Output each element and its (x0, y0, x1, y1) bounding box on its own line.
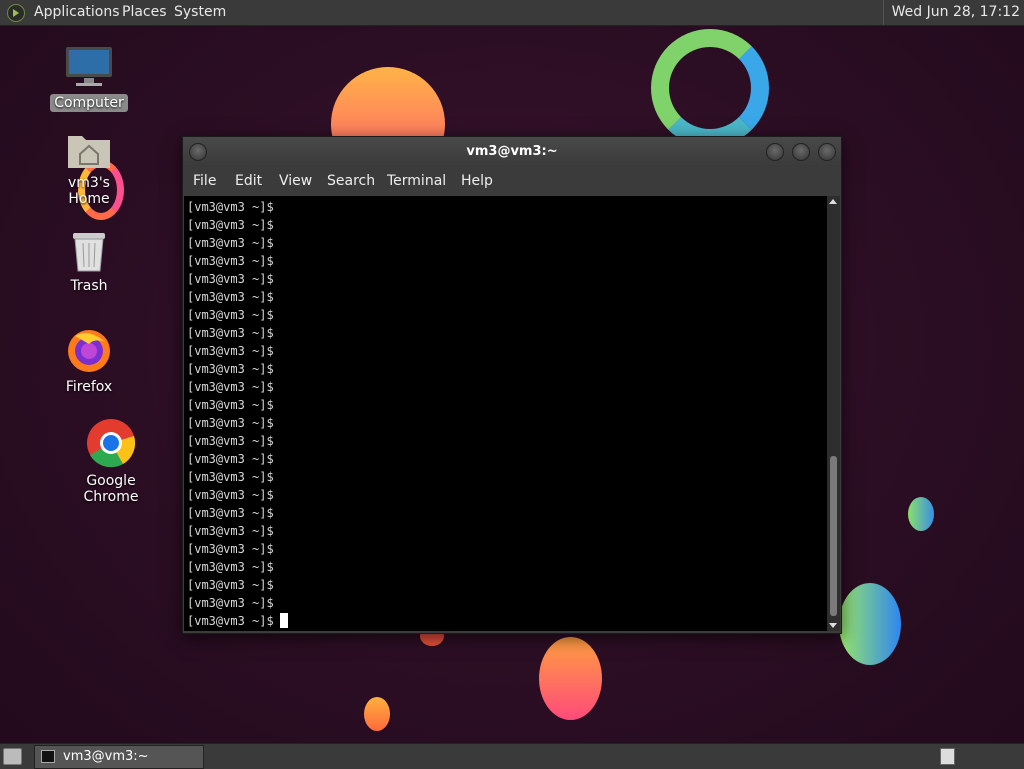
terminal-prompt-line: [vm3@vm3 ~]$ (187, 290, 274, 304)
close-icon[interactable] (818, 143, 836, 161)
terminal-window[interactable]: vm3@vm3:~ File Edit View Search Terminal… (182, 136, 842, 634)
computer-icon (66, 47, 112, 86)
terminal-prompt-line: [vm3@vm3 ~]$ (187, 596, 274, 610)
window-titlebar[interactable]: vm3@vm3:~ (183, 137, 841, 167)
desktop-icon-label: Firefox (65, 379, 113, 395)
wallpaper-small-orange-dot (364, 697, 390, 731)
terminal-prompt-line: [vm3@vm3 ~]$ (187, 398, 274, 412)
terminal-prompt-line: [vm3@vm3 ~]$ (187, 470, 274, 484)
menu-terminal[interactable]: Terminal (387, 167, 446, 195)
terminal-prompt-line: [vm3@vm3 ~]$ (187, 254, 274, 268)
terminal-menubar: File Edit View Search Terminal Help (183, 167, 841, 195)
menu-file[interactable]: File (193, 167, 216, 195)
trash-icon (73, 233, 105, 272)
taskbar-item-terminal[interactable]: vm3@vm3:~ (34, 745, 204, 769)
clock[interactable]: Wed Jun 28, 17:12 (882, 0, 1020, 25)
desktop-icon-home[interactable]: vm3's Home (46, 128, 132, 208)
firefox-icon (68, 330, 110, 372)
terminal-prompt-line: [vm3@vm3 ~]$ (187, 272, 274, 286)
minimize-icon[interactable] (766, 143, 784, 161)
window-title: vm3@vm3:~ (466, 144, 558, 159)
desktop-icon-label: Computer (50, 94, 128, 112)
terminal-prompt-line: [vm3@vm3 ~]$ (187, 308, 274, 322)
system-menu[interactable]: System (174, 0, 226, 25)
terminal-icon (41, 750, 55, 763)
terminal-scrollbar[interactable] (827, 196, 840, 631)
desktop-icon-label: Google Chrome (83, 473, 139, 505)
desktop-icon-label: Trash (70, 278, 108, 294)
terminal-prompt-line: [vm3@vm3 ~]$ (187, 560, 274, 574)
terminal-prompt-line: [vm3@vm3 ~]$ (187, 506, 274, 520)
menu-help[interactable]: Help (461, 167, 493, 195)
window-menu-icon[interactable] (189, 143, 207, 161)
menu-search[interactable]: Search (327, 167, 375, 195)
terminal-prompt-line: [vm3@vm3 ~]$ (187, 416, 274, 430)
scrollbar-thumb[interactable] (830, 456, 837, 616)
desktop-icon-chrome[interactable]: Google Chrome (56, 418, 166, 506)
wallpaper-pink-circle (539, 637, 602, 720)
workspace-switcher[interactable] (940, 748, 955, 765)
show-desktop-icon[interactable] (3, 748, 22, 765)
top-panel: Applications Places System Wed Jun 28, 1… (0, 0, 1024, 26)
terminal-prompt-line: [vm3@vm3 ~]$ (187, 200, 274, 214)
terminal-prompt-line: [vm3@vm3 ~]$ (187, 380, 274, 394)
scroll-up-arrow-icon[interactable] (829, 199, 837, 204)
menu-view[interactable]: View (279, 167, 312, 195)
home-folder-icon (68, 136, 110, 168)
terminal-prompt-line: [vm3@vm3 ~]$ (187, 434, 274, 448)
scroll-down-arrow-icon[interactable] (829, 623, 837, 628)
terminal-prompt-line: [vm3@vm3 ~]$ (187, 452, 274, 466)
wallpaper-blue-dot (908, 497, 934, 531)
terminal-prompt-line: [vm3@vm3 ~]$ (187, 524, 274, 538)
wallpaper-green-ring (651, 29, 769, 147)
terminal-lines: [vm3@vm3 ~]$ [vm3@vm3 ~]$ [vm3@vm3 ~]$ [vm3… (187, 198, 288, 630)
desktop-icon-computer[interactable]: Computer (46, 44, 132, 112)
desktop-icon-label: vm3's Home (68, 175, 110, 207)
desktop-icon-firefox[interactable]: Firefox (46, 326, 132, 396)
terminal-prompt-line: [vm3@vm3 ~]$ (187, 612, 288, 630)
terminal-output[interactable]: [vm3@vm3 ~]$ [vm3@vm3 ~]$ [vm3@vm3 ~]$ [vm3… (184, 196, 827, 631)
terminal-prompt-line: [vm3@vm3 ~]$ (187, 488, 274, 502)
applications-menu[interactable]: Applications (34, 0, 120, 25)
terminal-prompt-line: [vm3@vm3 ~]$ (187, 542, 274, 556)
text-cursor (279, 613, 288, 628)
taskbar-item-label: vm3@vm3:~ (63, 749, 149, 764)
terminal-prompt-line: [vm3@vm3 ~]$ (187, 218, 274, 232)
bottom-panel: vm3@vm3:~ (0, 743, 1024, 769)
applications-logo-icon[interactable] (7, 4, 25, 22)
chrome-icon (87, 419, 136, 468)
terminal-prompt-line: [vm3@vm3 ~]$ (187, 344, 274, 358)
terminal-prompt-line: [vm3@vm3 ~]$ (187, 326, 274, 340)
terminal-prompt-line: [vm3@vm3 ~]$ (187, 362, 274, 376)
terminal-prompt-line: [vm3@vm3 ~]$ (187, 236, 274, 250)
maximize-icon[interactable] (792, 143, 810, 161)
places-menu[interactable]: Places (122, 0, 167, 25)
wallpaper-green-blue-circle (839, 583, 901, 665)
desktop-icon-trash[interactable]: Trash (46, 229, 132, 295)
menu-edit[interactable]: Edit (235, 167, 262, 195)
terminal-prompt-line: [vm3@vm3 ~]$ (187, 578, 274, 592)
